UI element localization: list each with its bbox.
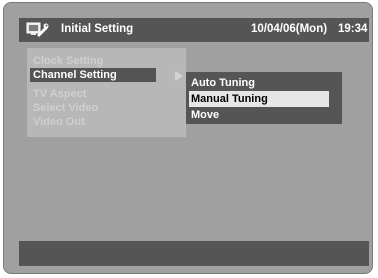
setup-wrench-icon xyxy=(26,22,49,37)
page-title: Initial Setting xyxy=(61,23,134,35)
submenu-item-manual-tuning[interactable]: Manual Tuning xyxy=(189,91,329,107)
menu-item-label: Video Out xyxy=(33,116,85,128)
menu-item-video-out[interactable]: Video Out xyxy=(33,115,85,129)
title-bar: Initial Setting 10/04/06(Mon) 19:34 xyxy=(19,18,369,42)
submenu-item-label: Move xyxy=(191,109,220,121)
submenu-item-move[interactable]: Move xyxy=(191,107,219,123)
menu-item-label: Select Video xyxy=(33,102,99,114)
menu-item-label: TV Aspect xyxy=(33,88,87,100)
tv-screen-frame xyxy=(3,2,373,274)
menu-item-channel-setting[interactable]: Channel Setting xyxy=(30,68,156,82)
submenu-item-label: Auto Tuning xyxy=(191,77,255,89)
main-menu: Clock Setting Channel Setting TV Aspect … xyxy=(27,48,186,137)
menu-item-label: Channel Setting xyxy=(33,69,117,81)
triangle-right-icon xyxy=(175,71,183,81)
time-display: 19:34 xyxy=(338,23,368,35)
menu-item-tv-aspect[interactable]: TV Aspect xyxy=(33,87,86,101)
menu-item-clock-setting[interactable]: Clock Setting xyxy=(33,54,103,68)
menu-item-select-video[interactable]: Select Video xyxy=(33,101,98,115)
submenu-item-auto-tuning[interactable]: Auto Tuning xyxy=(191,75,255,91)
channel-setting-submenu: Auto Tuning Manual Tuning Move xyxy=(186,72,342,124)
menu-item-label: Clock Setting xyxy=(33,55,104,67)
submenu-item-label: Manual Tuning xyxy=(191,93,268,105)
date-display: 10/04/06(Mon) xyxy=(251,23,328,35)
status-bar xyxy=(19,241,369,266)
